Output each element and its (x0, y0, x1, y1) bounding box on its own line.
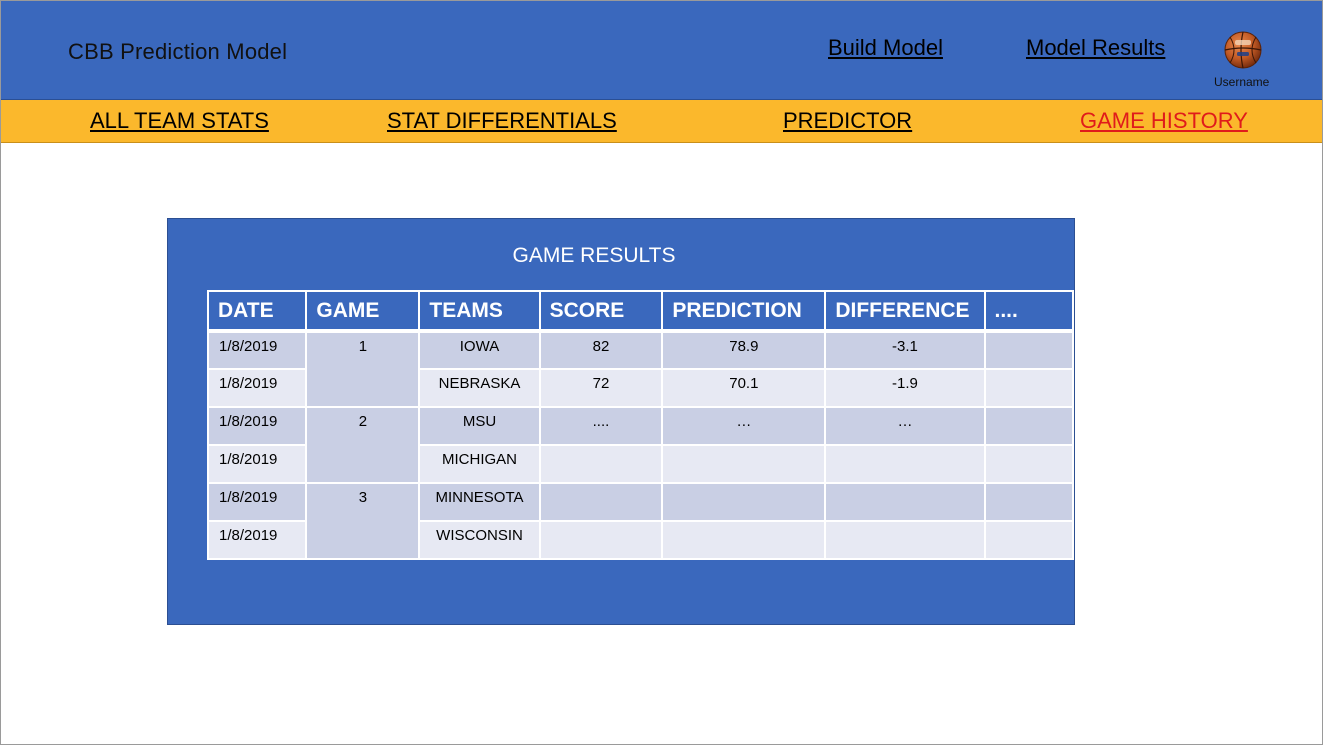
difference-cell (824, 444, 986, 484)
table-row[interactable]: 1/8/2019 2 MSU .... … … (206, 406, 1075, 484)
top-header: CBB Prediction Model Build Model Model R… (1, 1, 1322, 100)
build-model-link[interactable]: Build Model (828, 35, 943, 61)
more-cell (983, 406, 1075, 446)
game-results-table: DATE GAME TEAMS SCORE PREDICTION DIFFERE… (206, 290, 1075, 560)
game-number-cell: 2 (305, 406, 421, 484)
column-header-teams[interactable]: TEAMS (418, 290, 541, 333)
column-header-difference[interactable]: DIFFERENCE (824, 290, 986, 333)
difference-cell (824, 482, 986, 522)
date-cell: 1/8/2019 (206, 406, 308, 446)
more-cell (983, 330, 1075, 370)
date-cell: 1/8/2019 (206, 444, 308, 484)
game-results-panel: GAME RESULTS DATE GAME TEAMS SCORE PREDI… (167, 218, 1075, 625)
team-cell: MINNESOTA (418, 482, 541, 522)
column-header-score[interactable]: SCORE (538, 290, 664, 333)
difference-cell (824, 520, 986, 560)
more-cell (983, 482, 1075, 522)
basketball-icon[interactable] (1224, 31, 1262, 69)
date-cell: 1/8/2019 (206, 330, 308, 370)
more-cell (983, 520, 1075, 560)
difference-cell: -3.1 (824, 330, 986, 370)
prediction-cell: … (661, 406, 827, 446)
date-cell: 1/8/2019 (206, 482, 308, 522)
score-cell: .... (538, 406, 664, 446)
panel-title: GAME RESULTS (512, 244, 676, 267)
app-title: CBB Prediction Model (68, 39, 288, 64)
table-row[interactable]: 1/8/2019 1 IOWA 82 78.9 -3.1 (206, 330, 1075, 408)
score-cell: 72 (538, 368, 664, 408)
team-cell: IOWA (418, 330, 541, 370)
column-header-more[interactable]: .... (983, 290, 1075, 333)
column-header-prediction[interactable]: PREDICTION (661, 290, 827, 333)
tab-game-history[interactable]: GAME HISTORY (1080, 108, 1248, 134)
username-label: Username (1214, 75, 1270, 89)
game-number-cell: 1 (305, 330, 421, 408)
table-header-row: DATE GAME TEAMS SCORE PREDICTION DIFFERE… (206, 290, 1075, 333)
tab-all-team-stats[interactable]: ALL TEAM STATS (90, 108, 269, 134)
sub-navigation: ALL TEAM STATS STAT DIFFERENTIALS PREDIC… (1, 100, 1322, 143)
prediction-cell: 78.9 (661, 330, 827, 370)
score-cell (538, 520, 664, 560)
table-row[interactable]: 1/8/2019 3 MINNESOTA (206, 482, 1075, 560)
score-cell: 82 (538, 330, 664, 370)
team-cell: MICHIGAN (418, 444, 541, 484)
game-number-cell: 3 (305, 482, 421, 560)
more-cell (983, 444, 1075, 484)
column-header-game[interactable]: GAME (305, 290, 421, 333)
prediction-cell (661, 444, 827, 484)
prediction-cell (661, 482, 827, 522)
prediction-cell: 70.1 (661, 368, 827, 408)
model-results-link[interactable]: Model Results (1026, 35, 1165, 61)
difference-cell: … (824, 406, 986, 446)
column-header-date[interactable]: DATE (206, 290, 308, 333)
tab-stat-differentials[interactable]: STAT DIFFERENTIALS (387, 108, 617, 134)
more-cell (983, 368, 1075, 408)
team-cell: WISCONSIN (418, 520, 541, 560)
score-cell (538, 482, 664, 522)
date-cell: 1/8/2019 (206, 368, 308, 408)
tab-predictor[interactable]: PREDICTOR (783, 108, 912, 134)
team-cell: NEBRASKA (418, 368, 541, 408)
difference-cell: -1.9 (824, 368, 986, 408)
prediction-cell (661, 520, 827, 560)
date-cell: 1/8/2019 (206, 520, 308, 560)
score-cell (538, 444, 664, 484)
team-cell: MSU (418, 406, 541, 446)
